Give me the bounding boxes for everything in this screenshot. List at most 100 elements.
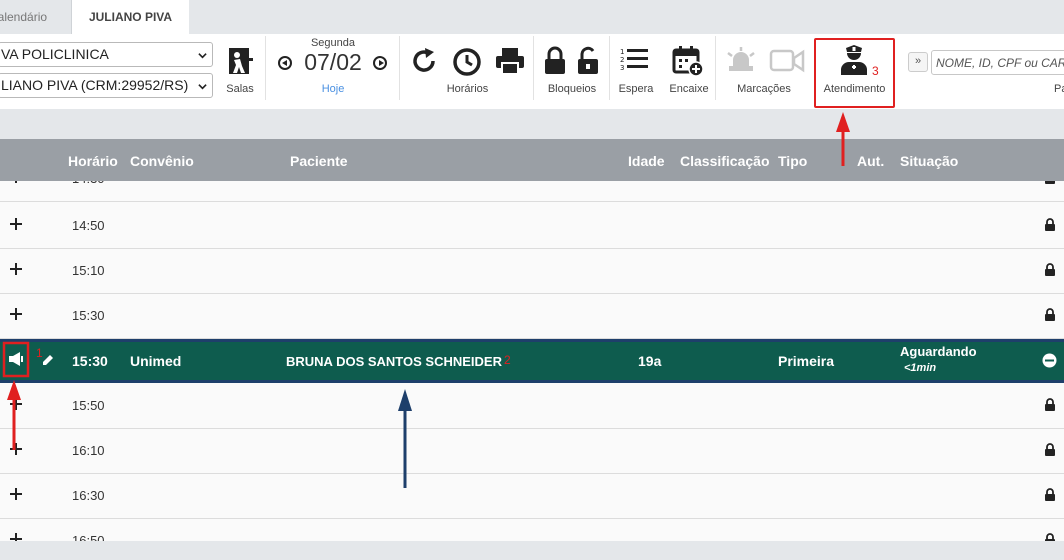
espera-label: Espera <box>618 83 654 95</box>
salas-label: Salas <box>226 83 254 95</box>
marcacoes-label: Marcações <box>737 83 791 95</box>
current-date: 07/02 <box>304 49 362 75</box>
annotation-marker-1: 1 <box>36 346 43 360</box>
table-row[interactable]: 15:10 <box>0 249 1064 294</box>
tab-juliano-piva-label: JULIANO PIVA <box>88 10 173 24</box>
appointment-age: 19a <box>638 353 662 369</box>
tab-calendario-label: Calendário <box>0 10 48 24</box>
doctor-icon[interactable] <box>839 44 869 76</box>
schedule-table-body: 14:30 14:50 15:10 15:30 15:50 16:10 16:30 16:50… <box>0 181 1064 541</box>
toolbar-divider <box>609 36 610 100</box>
header-tipo[interactable]: Tipo <box>778 153 807 169</box>
table-row[interactable]: 15:30 <box>0 294 1064 339</box>
prev-day-button[interactable] <box>278 56 292 70</box>
header-convenio[interactable]: Convênio <box>130 153 194 169</box>
row-time: 16:30 <box>72 488 105 503</box>
row-time: 16:10 <box>72 443 105 458</box>
lock-icon[interactable] <box>1044 308 1056 322</box>
refresh-icon[interactable] <box>410 47 438 75</box>
patient-search-input[interactable] <box>931 50 1064 75</box>
red-arrow-right-head <box>836 112 850 132</box>
row-time: 15:30 <box>72 308 105 323</box>
video-camera-icon[interactable] <box>769 49 805 73</box>
add-appointment-icon[interactable] <box>9 487 23 501</box>
lock-closed-icon[interactable] <box>543 46 567 76</box>
header-classificacao[interactable]: Classificação <box>680 153 770 169</box>
numbered-list-icon[interactable]: 1 2 3 <box>619 46 649 74</box>
call-patient-icon[interactable] <box>8 352 24 366</box>
bottom-bar <box>0 541 1064 560</box>
table-row[interactable]: 14:30 <box>0 181 1064 202</box>
lock-icon[interactable] <box>1044 443 1056 457</box>
svg-text:3: 3 <box>620 64 624 72</box>
table-row[interactable]: 16:10 <box>0 429 1064 474</box>
lock-icon[interactable] <box>1044 218 1056 232</box>
edit-pencil-icon[interactable] <box>41 353 55 367</box>
annotation-marker-3: 3 <box>872 64 879 78</box>
toolbar-divider <box>399 36 400 100</box>
bloqueios-label: Bloqueios <box>547 83 597 95</box>
horarios-label: Horários <box>446 83 489 95</box>
lock-open-icon[interactable] <box>576 46 600 76</box>
doctor-select[interactable]: LIANO PIVA (CRM:29952/RS) <box>0 73 213 98</box>
encaixe-label: Encaixe <box>669 83 709 95</box>
toolbar-divider <box>533 36 534 100</box>
appointment-convenio: Unimed <box>130 353 182 369</box>
next-day-button[interactable] <box>373 56 387 70</box>
lock-icon[interactable] <box>1044 533 1056 541</box>
toolbar-divider <box>715 36 716 100</box>
appointment-tipo: Primeira <box>778 353 835 369</box>
svg-text:1: 1 <box>620 48 624 56</box>
header-idade[interactable]: Idade <box>628 153 665 169</box>
add-appointment-icon[interactable] <box>9 217 23 231</box>
header-aut[interactable]: Aut. <box>857 153 884 169</box>
remove-circle-icon[interactable] <box>1042 353 1057 368</box>
appointment-patient-name[interactable]: BRUNA DOS SANTOS SCHNEIDER <box>286 354 502 369</box>
clinic-select[interactable]: VA POLICLINICA <box>0 42 213 67</box>
alarm-bell-icon[interactable] <box>725 46 757 74</box>
tab-juliano-piva[interactable]: JULIANO PIVA <box>72 0 189 34</box>
svg-text:2: 2 <box>620 56 624 64</box>
room-door-icon <box>229 48 253 74</box>
expand-button[interactable]: » <box>908 52 928 72</box>
partial-label: Pa <box>1054 83 1064 95</box>
appointment-wait-time: <1min <box>904 362 937 374</box>
table-header: Horário Convênio Paciente Idade Classifi… <box>0 139 1064 181</box>
tab-calendario[interactable]: Calendário <box>0 0 72 34</box>
toolbar: VA POLICLINICA LIANO PIVA (CRM:29952/RS)… <box>0 34 1064 109</box>
lock-icon[interactable] <box>1044 488 1056 502</box>
table-row[interactable]: 16:50 <box>0 519 1064 541</box>
chevron-down-icon <box>198 53 207 59</box>
row-time: 15:50 <box>72 398 105 413</box>
add-appointment-icon[interactable] <box>9 442 23 456</box>
today-link[interactable]: Hoje <box>300 83 366 95</box>
add-appointment-icon[interactable] <box>9 397 23 411</box>
tab-bar: Calendário JULIANO PIVA <box>0 0 1064 34</box>
table-row[interactable]: 15:50 <box>0 384 1064 429</box>
appointment-time: 15:30 <box>72 353 108 369</box>
table-row[interactable]: 16:30 <box>0 474 1064 519</box>
lock-icon[interactable] <box>1044 398 1056 412</box>
add-appointment-icon[interactable] <box>9 307 23 321</box>
doctor-select-value: LIANO PIVA (CRM:29952/RS) <box>1 77 189 93</box>
header-paciente[interactable]: Paciente <box>290 153 348 169</box>
table-row[interactable]: 14:50 <box>0 204 1064 249</box>
toolbar-divider <box>265 36 266 100</box>
calendar-add-icon[interactable] <box>672 45 704 77</box>
chevron-down-icon <box>198 84 207 90</box>
printer-icon[interactable] <box>495 47 525 75</box>
date-weekday: Segunda <box>310 37 356 49</box>
atendimento-label: Atendimento <box>823 83 886 95</box>
row-time: 16:50 <box>72 533 105 541</box>
row-time: 15:10 <box>72 263 105 278</box>
add-appointment-icon[interactable] <box>9 532 23 541</box>
lock-icon[interactable] <box>1044 181 1056 185</box>
header-situacao[interactable]: Situação <box>900 153 958 169</box>
clock-icon[interactable] <box>452 47 482 77</box>
clinic-select-value: VA POLICLINICA <box>1 46 109 62</box>
add-appointment-icon[interactable] <box>9 181 23 184</box>
lock-icon[interactable] <box>1044 263 1056 277</box>
add-appointment-icon[interactable] <box>9 262 23 276</box>
appointment-row-highlighted[interactable]: 15:30 Unimed BRUNA DOS SANTOS SCHNEIDER … <box>0 339 1064 383</box>
header-horario[interactable]: Horário <box>68 153 118 169</box>
